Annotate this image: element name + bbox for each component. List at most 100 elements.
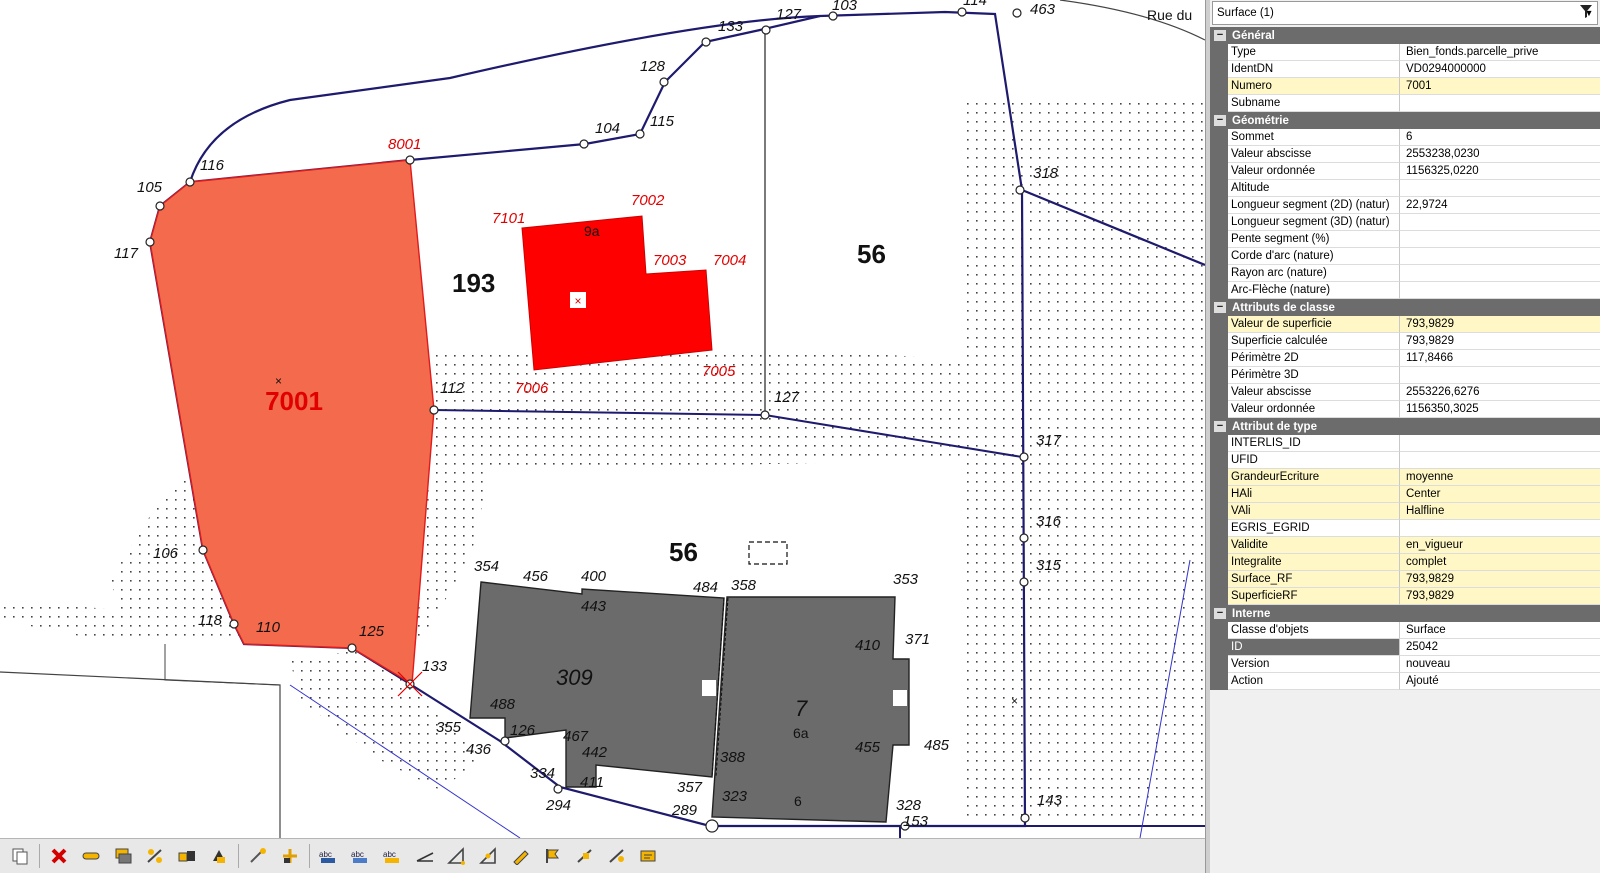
abc-icon[interactable]: abc [317,844,341,868]
property-row[interactable]: VAli Halfline [1210,503,1600,520]
property-row[interactable]: Integralite complet [1210,554,1600,571]
snap-icon[interactable] [573,844,597,868]
arrows-icon[interactable] [79,844,103,868]
angle-icon[interactable] [413,844,437,868]
category-header[interactable]: − Attribut de type [1210,418,1600,435]
property-row[interactable]: Valeur abscisse 2553226,6276 [1210,384,1600,401]
layers-icon[interactable] [111,844,135,868]
property-value[interactable] [1400,282,1600,299]
collapse-icon[interactable]: − [1214,608,1226,619]
wand-icon[interactable] [246,844,270,868]
property-row[interactable]: Valeur ordonnée 1156350,3025 [1210,401,1600,418]
split-icon[interactable] [143,844,167,868]
property-value[interactable]: complet [1400,554,1600,571]
property-value[interactable] [1400,520,1600,537]
property-row[interactable]: Rayon arc (nature) [1210,265,1600,282]
snap2-icon[interactable] [605,844,629,868]
measure2-icon[interactable] [477,844,501,868]
property-value[interactable]: Ajouté [1400,673,1600,690]
category-header[interactable]: − Interne [1210,605,1600,622]
property-row[interactable]: Arc-Flèche (nature) [1210,282,1600,299]
property-value[interactable] [1400,180,1600,197]
object-selector[interactable]: Surface (1) ▼ [1212,1,1598,25]
property-row[interactable]: Périmètre 2D 117,8466 [1210,350,1600,367]
property-row[interactable]: HAli Center [1210,486,1600,503]
property-row[interactable]: Action Ajouté [1210,673,1600,690]
category-header[interactable]: − Géométrie [1210,112,1600,129]
property-row[interactable]: Corde d'arc (nature) [1210,248,1600,265]
property-row[interactable]: Type Bien_fonds.parcelle_prive [1210,44,1600,61]
collapse-icon[interactable]: − [1214,302,1226,313]
property-value[interactable]: 6 [1400,129,1600,146]
property-value[interactable] [1400,231,1600,248]
property-value[interactable]: 1156350,3025 [1400,401,1600,418]
collapse-icon[interactable]: − [1214,115,1226,126]
property-row[interactable]: Surface_RF 793,9829 [1210,571,1600,588]
property-row[interactable]: Valeur ordonnée 1156325,0220 [1210,163,1600,180]
category-header[interactable]: − Attributs de classe [1210,299,1600,316]
property-value[interactable]: 25042 [1400,639,1600,656]
measure-icon[interactable] [445,844,469,868]
property-value[interactable]: nouveau [1400,656,1600,673]
property-row[interactable]: Superficie calculée 793,9829 [1210,333,1600,350]
category-header[interactable]: − Général [1210,27,1600,44]
property-value[interactable]: moyenne [1400,469,1600,486]
property-value[interactable]: 22,9724 [1400,197,1600,214]
property-row[interactable]: UFID [1210,452,1600,469]
property-value[interactable]: 793,9829 [1400,571,1600,588]
property-row[interactable]: ID 25042 [1210,639,1600,656]
abc3-icon[interactable]: abc [381,844,405,868]
property-row[interactable]: Version nouveau [1210,656,1600,673]
property-row[interactable]: Altitude [1210,180,1600,197]
property-value[interactable] [1400,435,1600,452]
property-row[interactable]: Validite en_vigueur [1210,537,1600,554]
abc2-icon[interactable]: abc [349,844,373,868]
property-value[interactable]: Surface [1400,622,1600,639]
paint-icon[interactable] [207,844,231,868]
property-row[interactable]: Subname [1210,95,1600,112]
property-value[interactable]: 793,9829 [1400,588,1600,605]
copy-icon[interactable] [8,844,32,868]
property-value[interactable] [1400,452,1600,469]
property-value[interactable]: Halfline [1400,503,1600,520]
pencil-icon[interactable] [509,844,533,868]
property-value[interactable]: Center [1400,486,1600,503]
property-value[interactable]: en_vigueur [1400,537,1600,554]
map-canvas[interactable]: × Rue du 463 114 103 127 133 128 115 104… [0,0,1205,873]
collapse-icon[interactable]: − [1214,421,1226,432]
property-value[interactable] [1400,248,1600,265]
property-row[interactable]: Valeur abscisse 2553238,0230 [1210,146,1600,163]
property-row[interactable]: IdentDN VD0294000000 [1210,61,1600,78]
property-row[interactable]: Valeur de superficie 793,9829 [1210,316,1600,333]
property-row[interactable]: Longueur segment (3D) (natur) [1210,214,1600,231]
property-row[interactable]: SuperficieRF 793,9829 [1210,588,1600,605]
property-row[interactable]: Pente segment (%) [1210,231,1600,248]
property-row[interactable]: Classe d'objets Surface [1210,622,1600,639]
property-row[interactable]: EGRIS_EGRID [1210,520,1600,537]
property-row[interactable]: GrandeurEcriture moyenne [1210,469,1600,486]
property-value[interactable]: 793,9829 [1400,316,1600,333]
property-value[interactable] [1400,95,1600,112]
property-value[interactable]: 793,9829 [1400,333,1600,350]
delete-icon[interactable] [47,844,71,868]
property-row[interactable]: Sommet 6 [1210,129,1600,146]
property-value[interactable]: 2553238,0230 [1400,146,1600,163]
collapse-icon[interactable]: − [1214,30,1226,41]
property-row[interactable]: INTERLIS_ID [1210,435,1600,452]
property-value[interactable] [1400,265,1600,282]
property-value[interactable]: 1156325,0220 [1400,163,1600,180]
property-value[interactable]: 7001 [1400,78,1600,95]
filter-icon[interactable] [1578,3,1594,21]
boxes-icon[interactable] [175,844,199,868]
property-row[interactable]: Numero 7001 [1210,78,1600,95]
property-row[interactable]: Périmètre 3D [1210,367,1600,384]
label-icon[interactable] [637,844,661,868]
property-value[interactable]: 117,8466 [1400,350,1600,367]
flag-icon[interactable] [541,844,565,868]
building-9a[interactable] [521,215,713,371]
property-row[interactable]: Longueur segment (2D) (natur) 22,9724 [1210,197,1600,214]
property-value[interactable]: VD0294000000 [1400,61,1600,78]
property-value[interactable] [1400,367,1600,384]
add-point-icon[interactable] [278,844,302,868]
property-value[interactable]: 2553226,6276 [1400,384,1600,401]
